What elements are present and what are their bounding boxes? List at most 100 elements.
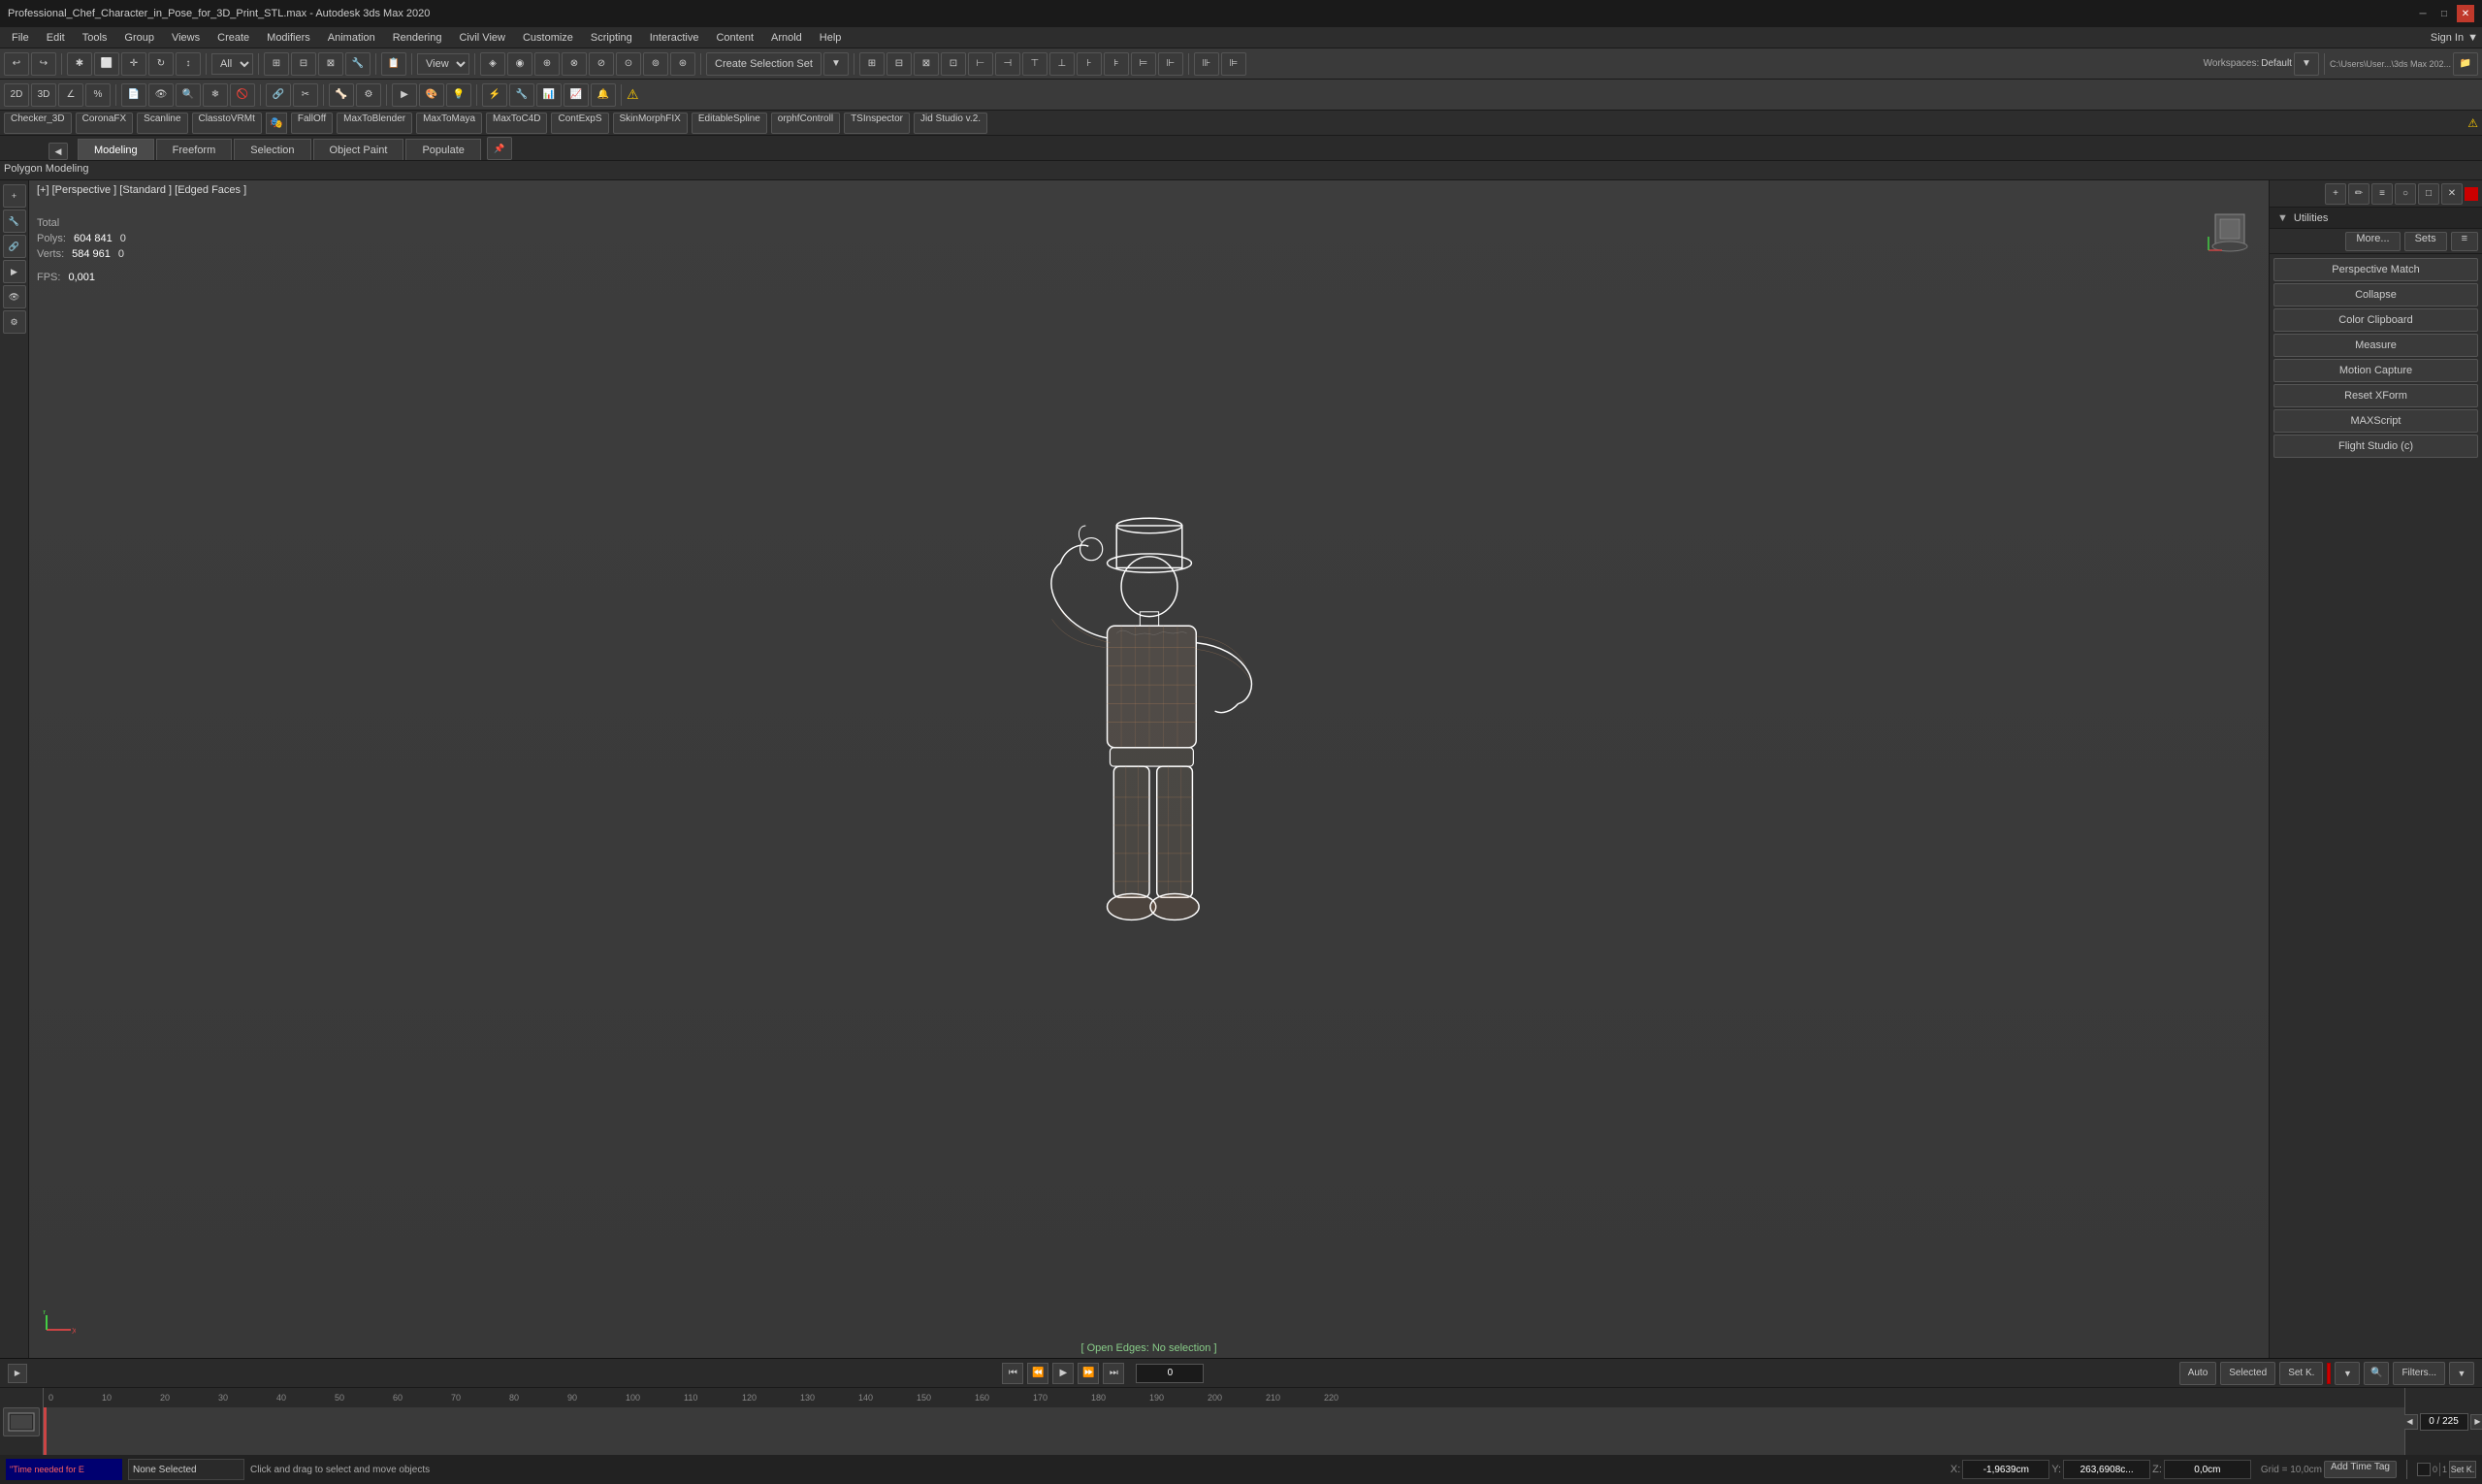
add-time-tag-btn[interactable]: Add Time Tag — [2324, 1461, 2397, 1478]
filters-btn[interactable]: Filters... — [2393, 1362, 2445, 1385]
tool18[interactable]: ⊧ — [1104, 52, 1129, 76]
plugin-coronafx[interactable]: CoronaFX — [76, 113, 134, 134]
plugin-maxtoc4d[interactable]: MaxToC4D — [486, 113, 547, 134]
rotate-btn[interactable]: ↻ — [148, 52, 174, 76]
extra5[interactable]: 🔔 — [591, 83, 616, 107]
array-btn[interactable]: ⊠ — [318, 52, 343, 76]
tab-modeling[interactable]: Modeling — [78, 139, 154, 160]
extra3[interactable]: 📊 — [536, 83, 562, 107]
sidebar-motion[interactable]: ▶ — [3, 260, 26, 283]
sidebar-hierarchy[interactable]: 🔗 — [3, 235, 26, 258]
search-btn[interactable]: 🔍 — [2364, 1362, 2389, 1385]
plugin-tsinspector[interactable]: TSInspector — [844, 113, 910, 134]
util-maxscript[interactable]: MAXScript — [2273, 409, 2478, 433]
util-list-btn[interactable]: ≡ — [2451, 232, 2478, 251]
util-perspective-match[interactable]: Perspective Match — [2273, 258, 2478, 281]
goto-end-btn[interactable]: ⏭ — [1103, 1363, 1124, 1384]
rig-btn[interactable]: ⚙ — [356, 83, 381, 107]
tab-object-paint[interactable]: Object Paint — [313, 139, 404, 160]
scale-btn[interactable]: ↕ — [176, 52, 201, 76]
mini-thumb-toggle[interactable] — [3, 1407, 40, 1436]
set-k-btn2[interactable]: Set K. — [2449, 1461, 2476, 1478]
workspace-dropdown[interactable]: ▼ — [2294, 52, 2319, 76]
tool3[interactable]: ⊕ — [534, 52, 560, 76]
named-selection-btn[interactable]: 📋 — [381, 52, 406, 76]
plugin-editablespline[interactable]: EditableSpline — [692, 113, 767, 134]
unlink-btn[interactable]: ✂ — [293, 83, 318, 107]
z-value[interactable]: 0,0cm — [2164, 1460, 2251, 1479]
tool6[interactable]: ⊙ — [616, 52, 641, 76]
tool7[interactable]: ⊚ — [643, 52, 668, 76]
tool22[interactable]: ⊫ — [1221, 52, 1246, 76]
menu-edit[interactable]: Edit — [39, 30, 73, 46]
tool14[interactable]: ⊣ — [995, 52, 1020, 76]
rp-btn-plus[interactable]: + — [2325, 183, 2346, 205]
freeze-btn[interactable]: ❄ — [203, 83, 228, 107]
snap-btn[interactable]: 🔧 — [345, 52, 371, 76]
menu-animation[interactable]: Animation — [320, 30, 383, 46]
y-value[interactable]: 263,6908c... — [2063, 1460, 2150, 1479]
close-button[interactable]: ✕ — [2457, 5, 2474, 22]
tab-freeform[interactable]: Freeform — [156, 139, 233, 160]
create-selection-set-button[interactable]: Create Selection Set — [706, 52, 822, 76]
tool12[interactable]: ⊡ — [941, 52, 966, 76]
tool15[interactable]: ⊤ — [1022, 52, 1048, 76]
tool19[interactable]: ⊨ — [1131, 52, 1156, 76]
menu-file[interactable]: File — [4, 30, 37, 46]
select-filter-dropdown[interactable]: All — [211, 53, 253, 75]
timeline-track[interactable]: 0 10 20 30 40 50 60 70 80 90 100 110 120… — [44, 1388, 2404, 1455]
util-reset-xform[interactable]: Reset XForm — [2273, 384, 2478, 407]
undo-button[interactable]: ↩ — [4, 52, 29, 76]
minimize-button[interactable]: ─ — [2414, 5, 2432, 22]
path-browse[interactable]: 📁 — [2453, 52, 2478, 76]
plugin-classtovr[interactable]: ClasstoVRMt — [192, 113, 262, 134]
tool8[interactable]: ⊛ — [670, 52, 695, 76]
plugin-contexps[interactable]: ContExpS — [551, 113, 608, 134]
render-btn[interactable]: ▶ — [392, 83, 417, 107]
plugin-falloff[interactable]: FallOff — [291, 113, 333, 134]
menu-help[interactable]: Help — [812, 30, 850, 46]
plugin-skinmorphfix[interactable]: SkinMorphFIX — [613, 113, 688, 134]
frame-next-btn[interactable]: ▶ — [2470, 1414, 2482, 1430]
goto-start-btn[interactable]: ⏮ — [1002, 1363, 1023, 1384]
util-color-clipboard[interactable]: Color Clipboard — [2273, 308, 2478, 332]
plugin-maxtomaya[interactable]: MaxToMaya — [416, 113, 482, 134]
prev-frame-btn[interactable]: ⏪ — [1027, 1363, 1048, 1384]
menu-customize[interactable]: Customize — [515, 30, 581, 46]
link-btn[interactable]: 🔗 — [266, 83, 291, 107]
menu-views[interactable]: Views — [164, 30, 208, 46]
filters-dropdown[interactable]: ▼ — [2449, 1362, 2474, 1385]
util-collapse[interactable]: Collapse — [2273, 283, 2478, 306]
tab-populate[interactable]: Populate — [405, 139, 480, 160]
redo-button[interactable]: ↪ — [31, 52, 56, 76]
utilities-header[interactable]: ▼ Utilities — [2270, 208, 2482, 229]
tool17[interactable]: ⊦ — [1077, 52, 1102, 76]
x-value[interactable]: -1,9639cm — [1962, 1460, 2049, 1479]
selected-btn[interactable]: Selected — [2220, 1362, 2275, 1385]
plugin-ico1[interactable]: 🎭 — [266, 113, 287, 134]
menu-interactive[interactable]: Interactive — [642, 30, 707, 46]
frame-counter-display[interactable]: 0 / 225 — [2420, 1413, 2468, 1431]
rp-btn-box[interactable]: □ — [2418, 183, 2439, 205]
menu-create[interactable]: Create — [210, 30, 257, 46]
util-more-btn[interactable]: More... — [2345, 232, 2400, 251]
tool2[interactable]: ◉ — [507, 52, 532, 76]
rp-btn-settings[interactable]: ✕ — [2441, 183, 2463, 205]
tab-pin[interactable]: 📌 — [487, 137, 512, 160]
bone-btn[interactable]: 🦴 — [329, 83, 354, 107]
sidebar-modify[interactable]: 🔧 — [3, 210, 26, 233]
sign-in-dropdown[interactable]: ▼ — [2467, 32, 2478, 44]
tool16[interactable]: ⊥ — [1049, 52, 1075, 76]
select-object-btn[interactable]: ✱ — [67, 52, 92, 76]
menu-rendering[interactable]: Rendering — [385, 30, 450, 46]
tab-arrow-left[interactable]: ◀ — [48, 143, 68, 160]
light-btn[interactable]: 💡 — [446, 83, 471, 107]
hide-btn[interactable]: 🚫 — [230, 83, 255, 107]
create-selection-dropdown[interactable]: ▼ — [823, 52, 849, 76]
tool5[interactable]: ⊘ — [589, 52, 614, 76]
menu-scripting[interactable]: Scripting — [583, 30, 640, 46]
plugin-orphfcontroll[interactable]: orphfControll — [771, 113, 840, 134]
util-motion-capture[interactable]: Motion Capture — [2273, 359, 2478, 382]
rp-btn-sphere[interactable]: ○ — [2395, 183, 2416, 205]
select-region-btn[interactable]: ⬜ — [94, 52, 119, 76]
